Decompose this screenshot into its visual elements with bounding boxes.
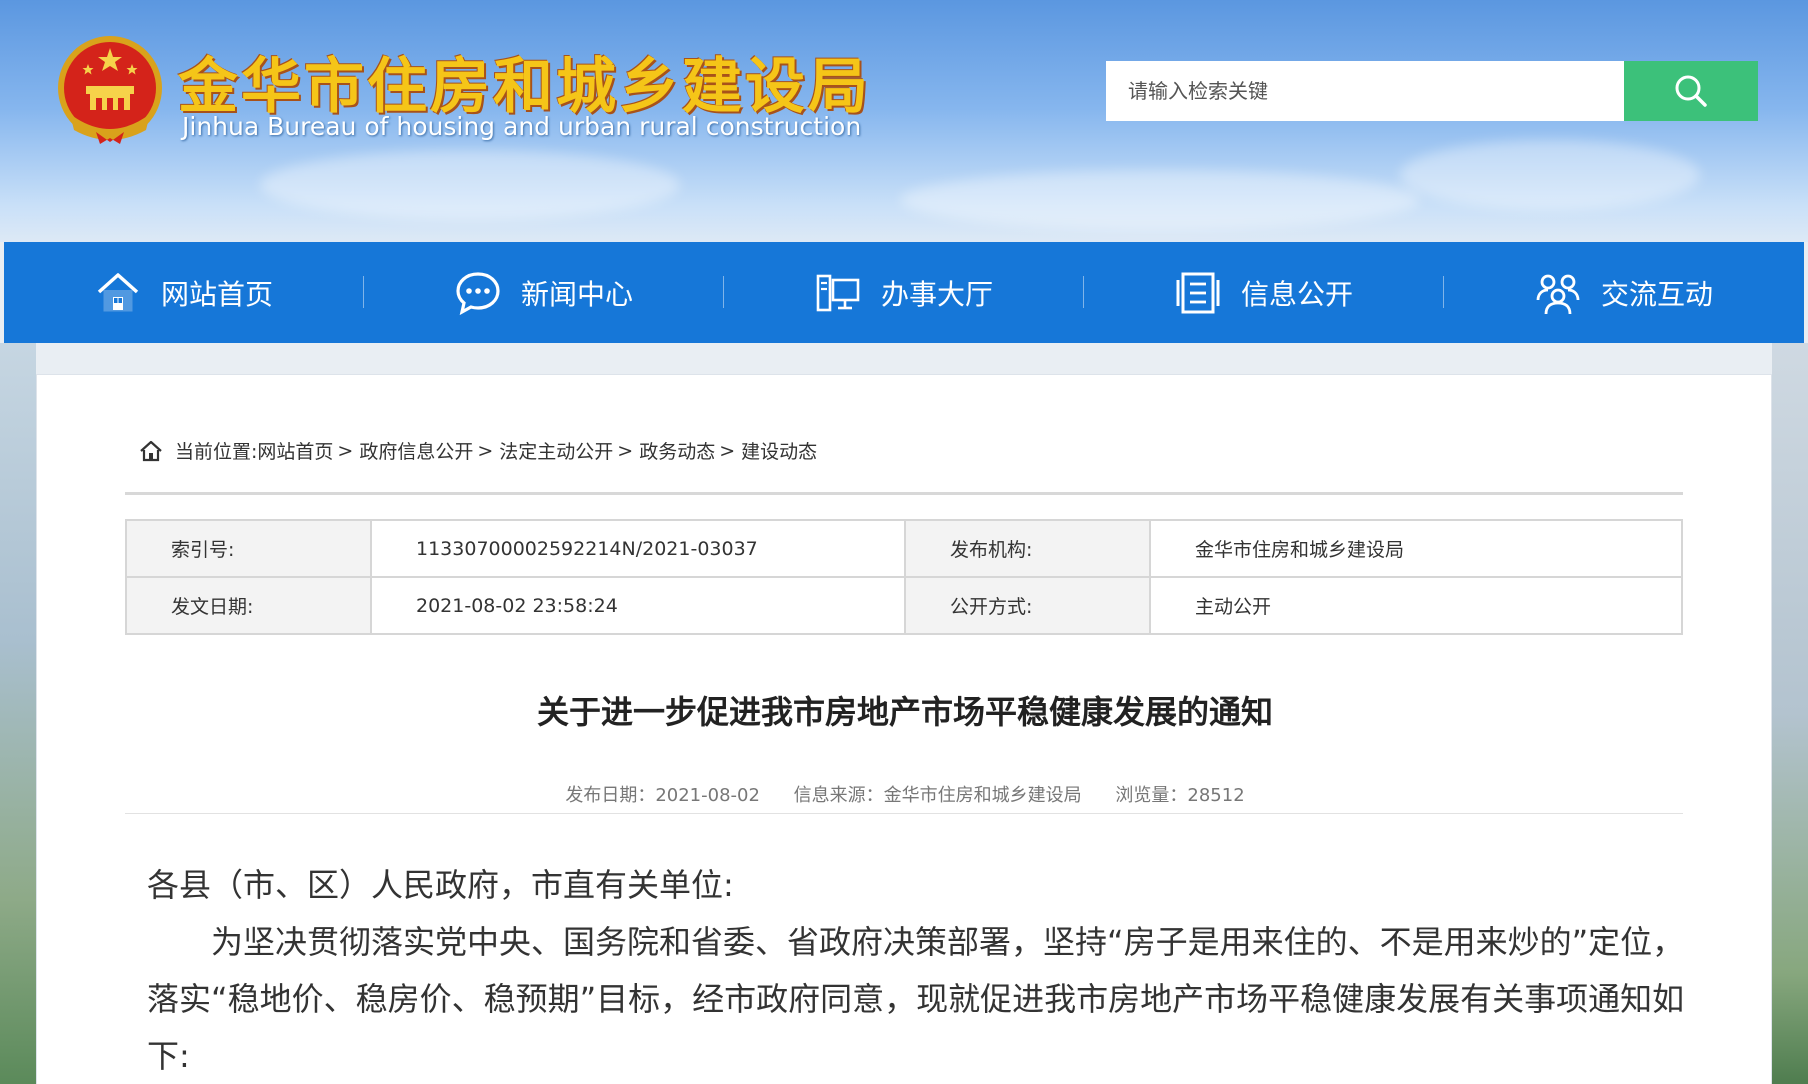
nav-label-news: 新闻中心: [520, 277, 633, 311]
date-label: 发文日期:: [125, 576, 372, 635]
nav-item-info[interactable]: 信息公开: [1084, 242, 1444, 343]
chat-bubble-icon: [456, 271, 500, 315]
side-decoration-right: [1772, 343, 1808, 1084]
nav-item-interaction[interactable]: 交流互动: [1444, 242, 1804, 343]
publish-date: 发布日期：2021-08-02: [565, 785, 760, 806]
article-info: 发布日期：2021-08-02 信息来源：金华市住房和城乡建设局 浏览量：285…: [37, 781, 1773, 807]
nav-item-news[interactable]: 新闻中心: [364, 242, 724, 343]
breadcrumb-link-statutory[interactable]: 法定主动公开: [499, 437, 613, 464]
side-decoration-left: [0, 343, 36, 1084]
nav-label-home: 网站首页: [160, 277, 273, 311]
article-body: 各县（市、区）人民政府，市直有关单位: 为坚决贯彻落实党中央、国务院和省委、省政…: [147, 857, 1707, 1084]
breadcrumb-link-gov-news[interactable]: 政务动态: [639, 437, 715, 464]
info-source: 信息来源：金华市住房和城乡建设局: [793, 785, 1082, 806]
search-button[interactable]: [1624, 61, 1758, 121]
content-panel: 当前位置: 网站首页 > 政府信息公开 > 法定主动公开 > 政务动态 > 建设…: [36, 374, 1772, 1084]
paragraph: 为坚决贯彻落实党中央、国务院和省委、省政府决策部署，坚持“房子是用来住的、不是用…: [147, 923, 1685, 1075]
view-count: 浏览量：28512: [1115, 785, 1245, 806]
document-list-icon: [1176, 272, 1220, 313]
publisher-label: 发布机构:: [904, 519, 1151, 578]
main-nav: 网站首页 新闻中心 办事大厅 信息公开 交流互动: [4, 242, 1804, 343]
table-row: 索引号: 11330700002592214N/2021-03037 发布机构:…: [125, 519, 1683, 578]
home-small-icon: [140, 440, 162, 461]
breadcrumb-prefix: 当前位置:: [175, 441, 258, 463]
nav-item-home[interactable]: 网站首页: [4, 242, 364, 343]
method-value: 主动公开: [1149, 576, 1683, 635]
nav-item-services[interactable]: 办事大厅: [724, 242, 1084, 343]
breadcrumb-link-gov-info[interactable]: 政府信息公开: [359, 437, 473, 464]
users-icon: [1536, 274, 1580, 314]
index-value: 11330700002592214N/2021-03037: [370, 519, 906, 578]
breadcrumb-link-home[interactable]: 网站首页: [257, 437, 333, 464]
site-header: 金华市住房和城乡建设局 Jinhua Bureau of housing and…: [0, 0, 1808, 242]
date-value: 2021-08-02 23:58:24: [370, 576, 906, 635]
salutation: 各县（市、区）人民政府，市直有关单位:: [147, 866, 734, 904]
breadcrumb-link-construction[interactable]: 建设动态: [741, 437, 817, 464]
breadcrumb-separator: >: [337, 439, 354, 462]
document-meta-table: 索引号: 11330700002592214N/2021-03037 发布机构:…: [125, 519, 1683, 635]
nav-label-interaction: 交流互动: [1600, 277, 1713, 311]
divider: [125, 492, 1683, 495]
nav-label-info: 信息公开: [1240, 277, 1353, 311]
publisher-value: 金华市住房和城乡建设局: [1149, 519, 1683, 578]
breadcrumb-separator: >: [477, 439, 494, 462]
home-icon: [97, 272, 139, 311]
national-emblem-icon: [58, 36, 162, 144]
site-subtitle: Jinhua Bureau of housing and urban rural…: [182, 112, 862, 141]
index-label: 索引号:: [125, 519, 372, 578]
computer-icon: [816, 274, 860, 311]
divider: [125, 813, 1683, 814]
table-row: 发文日期: 2021-08-02 23:58:24 公开方式: 主动公开: [125, 576, 1683, 635]
search-input[interactable]: [1106, 61, 1624, 121]
breadcrumb: 当前位置: 网站首页 > 政府信息公开 > 法定主动公开 > 政务动态 > 建设…: [139, 437, 817, 464]
breadcrumb-separator: >: [617, 439, 634, 462]
search-icon: [1675, 75, 1707, 107]
article-title: 关于进一步促进我市房地产市场平稳健康发展的通知: [536, 693, 1273, 731]
nav-label-services: 办事大厅: [880, 277, 993, 311]
method-label: 公开方式:: [904, 576, 1151, 635]
breadcrumb-separator: >: [719, 439, 736, 462]
